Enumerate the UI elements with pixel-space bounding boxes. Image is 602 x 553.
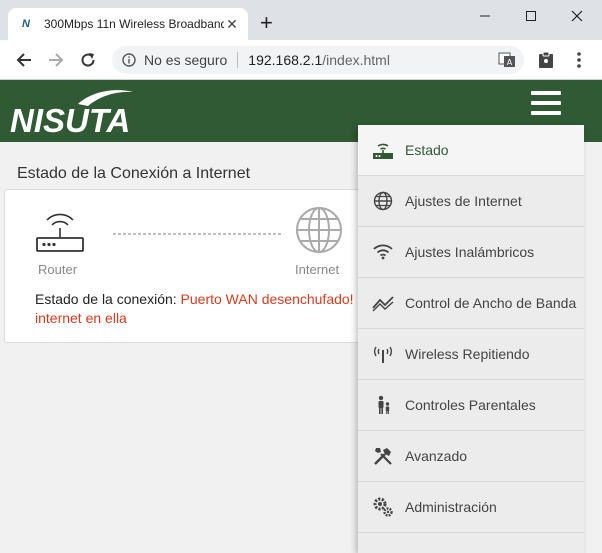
hamburger-bar: [531, 101, 561, 105]
navigation-menu: Estado Ajustes de Internet Ajustes Inalá…: [358, 125, 584, 553]
status-prefix: Estado de la conexión:: [35, 291, 181, 307]
status-error-continued: internet en ella: [35, 310, 127, 326]
menu-item-label: Ajustes de Internet: [405, 193, 522, 209]
chart-line-icon: [372, 292, 394, 314]
connection-line: [113, 233, 281, 235]
section-title: Estado de la Conexión a Internet: [17, 165, 251, 182]
url-host: 192.168.2.1: [248, 52, 323, 68]
extension-clipboard-button[interactable]: [536, 50, 556, 70]
menu-item-label: Wireless Repitiendo: [405, 346, 530, 362]
menu-item-label: Administración: [405, 499, 497, 515]
router-icon: [36, 213, 84, 252]
router-label: Router: [38, 262, 78, 277]
family-icon: [372, 394, 394, 416]
antenna-icon: [372, 343, 394, 365]
svg-text:A: A: [507, 58, 513, 67]
reload-button[interactable]: [76, 48, 100, 72]
close-tab-icon[interactable]: ✕: [224, 16, 240, 32]
translate-button[interactable]: A: [498, 51, 516, 72]
back-button[interactable]: [12, 48, 36, 72]
connection-status-card: Router Internet Estado de la conexión: P…: [4, 189, 384, 343]
maximize-window-button[interactable]: [508, 4, 554, 28]
browser-tab-bar: N 300Mbps 11n Wireless Broadband ✕ +: [0, 0, 602, 40]
router-status-icon: [372, 139, 394, 161]
arrow-left-icon: [16, 53, 31, 67]
browser-menu-button[interactable]: [569, 50, 589, 70]
logo-text: NISUTA: [10, 102, 130, 138]
menu-item-controles-parentales[interactable]: Controles Parentales: [358, 380, 584, 431]
menu-item-label: Estado: [405, 142, 449, 158]
menu-item-avanzado[interactable]: Avanzado: [358, 431, 584, 482]
hamburger-menu-button[interactable]: [531, 91, 561, 115]
address-bar[interactable]: No es seguro 192.168.2.1/index.html A: [112, 46, 524, 74]
site-favicon-icon: N: [22, 18, 30, 30]
nisuta-logo[interactable]: NISUTA: [8, 86, 138, 138]
internet-globe-icon: [296, 207, 342, 253]
menu-item-wireless-repitiendo[interactable]: Wireless Repitiendo: [358, 329, 584, 380]
clipboard-icon: [539, 51, 553, 68]
minimize-icon: [480, 15, 490, 17]
wifi-icon: [372, 241, 394, 263]
more-vertical-icon: [577, 52, 581, 68]
hamburger-bar: [531, 91, 561, 95]
tab-title: 300Mbps 11n Wireless Broadband: [44, 17, 224, 31]
url-separator: [237, 52, 239, 68]
menu-item-label: Ajustes Inalámbricos: [405, 244, 535, 260]
minimize-window-button[interactable]: [462, 4, 508, 28]
browser-toolbar: No es seguro 192.168.2.1/index.html A: [0, 40, 602, 80]
menu-item-label: Avanzado: [405, 448, 468, 464]
status-error: Puerto WAN desenchufado!: [180, 291, 354, 307]
security-label: No es seguro: [144, 52, 228, 68]
url-path: /index.html: [322, 52, 390, 68]
gears-icon: [372, 496, 394, 518]
translate-icon: A: [498, 52, 515, 67]
reload-icon: [81, 53, 95, 67]
connection-status-text: Estado de la conexión: Puerto WAN desenc…: [35, 290, 395, 328]
menu-item-administracion[interactable]: Administración: [358, 482, 584, 533]
arrow-right-icon: [49, 53, 64, 67]
info-icon[interactable]: [122, 53, 136, 67]
menu-item-ajustes-inalambricos[interactable]: Ajustes Inalámbricos: [358, 227, 584, 278]
globe-icon: [372, 190, 394, 212]
close-window-button[interactable]: [554, 4, 600, 28]
close-icon: [571, 10, 583, 22]
new-tab-button[interactable]: +: [260, 12, 273, 34]
forward-button[interactable]: [44, 48, 68, 72]
hamburger-bar: [531, 111, 561, 115]
menu-item-label: Control de Ancho de Banda: [405, 295, 577, 311]
tools-icon: [372, 445, 394, 467]
menu-item-control-ancho-banda[interactable]: Control de Ancho de Banda: [358, 278, 584, 329]
menu-item-estado[interactable]: Estado: [358, 125, 584, 176]
browser-tab[interactable]: N 300Mbps 11n Wireless Broadband ✕: [8, 8, 248, 40]
maximize-icon: [526, 11, 536, 21]
menu-item-ajustes-internet[interactable]: Ajustes de Internet: [358, 176, 584, 227]
internet-label: Internet: [295, 262, 340, 277]
menu-item-label: Controles Parentales: [405, 397, 536, 413]
